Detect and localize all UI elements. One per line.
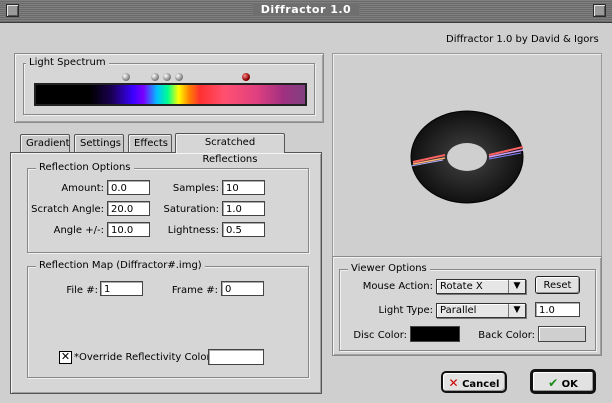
override-reflectivity-checkbox[interactable]: ✕ [59,351,72,364]
viewer-options-title: Viewer Options [348,263,430,274]
file-number-field[interactable]: 1 [100,281,143,296]
preview-panel[interactable] [332,53,602,257]
cancel-x-icon: ✕ [448,376,459,390]
mouse-action-popup[interactable]: Rotate X ▼ [436,279,526,294]
viewer-options-group: Viewer Options Mouse Action: Rotate X ▼ … [339,263,596,351]
tab-content-panel: Reflection Options Amount: 0.0 Samples: … [10,152,322,394]
viewer-options-panel: Viewer Options Mouse Action: Rotate X ▼ … [332,256,602,356]
chevron-down-icon: ▼ [508,304,525,317]
spectrum-marker[interactable] [151,73,159,81]
spectrum-marker[interactable] [175,73,183,81]
reset-button[interactable]: Reset [535,276,580,294]
spectrum-marker-active[interactable] [242,73,250,81]
light-type-popup[interactable]: Parallel ▼ [436,303,526,318]
scratch-angle-label: Scratch Angle: [31,204,104,215]
light-spectrum-panel: Light Spectrum [14,53,324,123]
reflection-options-group: Reflection Options Amount: 0.0 Samples: … [27,162,309,253]
frame-number-field[interactable]: 0 [221,281,264,296]
ok-button[interactable]: ✔ OK [530,369,596,394]
tab-settings[interactable]: Settings [74,134,124,152]
chevron-down-icon: ▼ [508,280,525,293]
angle-plus-minus-label: Angle +/-: [53,225,104,236]
amount-field[interactable]: 0.0 [107,180,150,195]
samples-label: Samples: [172,183,219,194]
frame-number-label: Frame #: [171,285,218,296]
lightness-field[interactable]: 0.5 [222,222,265,237]
ok-button-label: OK [561,379,578,390]
disc-color-swatch[interactable] [410,326,460,342]
override-reflectivity-label: *Override Reflectivity Color: [74,352,214,363]
mouse-action-label: Mouse Action: [362,281,433,292]
amount-label: Amount: [61,183,104,194]
reflection-options-title: Reflection Options [36,162,134,173]
lightness-label: Lightness: [167,225,219,236]
tab-effects[interactable]: Effects [128,134,172,152]
credit-text: Diffractor 1.0 by David & Igors [446,34,599,45]
light-spectrum-title: Light Spectrum [26,57,109,68]
back-color-label: Back Color: [478,330,535,341]
light-type-label: Light Type: [378,305,433,316]
spectrum-marker[interactable] [163,73,171,81]
saturation-label: Saturation: [163,204,220,215]
mouse-action-value: Rotate X [440,281,483,292]
collapse-box-icon[interactable] [593,4,606,17]
back-color-swatch[interactable] [538,326,586,342]
light-type-value: Parallel [440,305,477,316]
cancel-button-label: Cancel [462,379,500,390]
light-intensity-field[interactable]: 1.0 [535,302,580,317]
disc-hole [447,143,487,171]
light-spectrum-group: Light Spectrum [23,57,315,115]
saturation-field[interactable]: 1.0 [222,201,265,216]
tab-scratched-reflections[interactable]: Scratched Reflections [175,133,285,165]
title-bar[interactable]: Diffractor 1.0 [0,0,612,23]
spectrum-marker[interactable] [122,73,130,81]
tab-gradient[interactable]: Gradient [20,134,70,152]
samples-field[interactable]: 10 [222,180,265,195]
reflection-map-group: Reflection Map (Diffractor#.img) File #:… [27,260,309,378]
ok-checkmark-icon: ✔ [548,376,559,390]
window-title: Diffractor 1.0 [252,3,360,16]
file-number-label: File #: [66,285,98,296]
disc-color-label: Disc Color: [353,330,407,341]
override-reflectivity-color-field[interactable] [208,349,264,365]
disc-preview[interactable] [333,54,601,256]
scratch-angle-field[interactable]: 20.0 [107,201,150,216]
angle-plus-minus-field[interactable]: 10.0 [107,222,150,237]
cancel-button[interactable]: ✕ Cancel [441,371,507,393]
reflection-map-title: Reflection Map (Diffractor#.img) [36,260,205,271]
spectrum-gradient-bar[interactable] [34,83,307,106]
